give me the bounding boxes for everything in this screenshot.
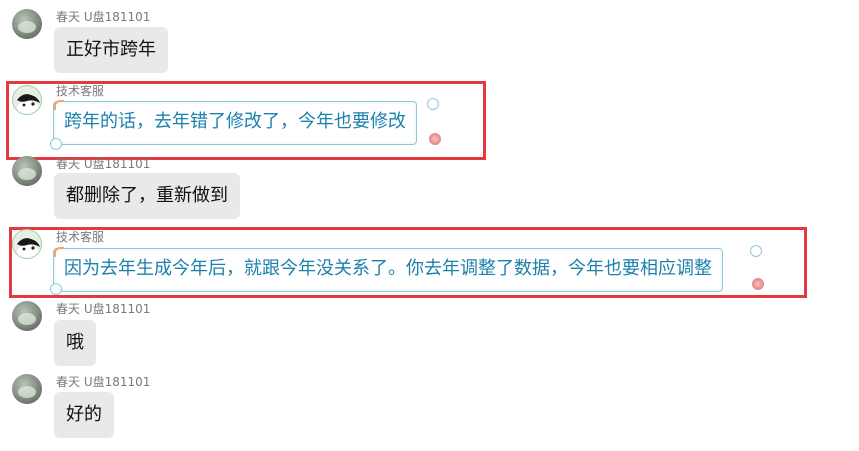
sender-name: 春天 U盘181101: [56, 157, 151, 171]
sender-name: 春天 U盘181101: [56, 375, 151, 389]
bubble-curl-decoration: [50, 283, 62, 295]
message-bubble[interactable]: 好的: [54, 392, 114, 438]
bubble-corner-decoration: [54, 100, 64, 110]
bubble-curl-decoration: [750, 245, 762, 257]
message-bubble[interactable]: 因为去年生成今年后，就跟今年没关系了。你去年调整了数据，今年也要相应调整: [53, 248, 723, 292]
message-bubble[interactable]: 正好市跨年: [54, 27, 168, 73]
message-bubble[interactable]: 都删除了，重新做到: [54, 173, 240, 219]
bubble-dot-decoration: [428, 132, 442, 146]
user-avatar[interactable]: [12, 374, 42, 404]
bubble-curl-decoration: [50, 138, 62, 150]
bubble-dot-decoration: [751, 277, 765, 291]
sender-name: 技术客服: [56, 230, 105, 244]
user-avatar[interactable]: [12, 156, 42, 186]
sender-name: 技术客服: [56, 84, 105, 98]
bubble-curl-decoration: [427, 98, 439, 110]
support-avatar[interactable]: [12, 229, 42, 259]
user-avatar[interactable]: [12, 301, 42, 331]
user-avatar[interactable]: [12, 9, 42, 39]
support-avatar[interactable]: [12, 85, 42, 115]
message-bubble[interactable]: 哦: [54, 320, 96, 366]
sender-name: 春天 U盘181101: [56, 10, 151, 24]
message-bubble[interactable]: 跨年的话，去年错了修改了，今年也要修改: [53, 101, 417, 145]
sender-name: 春天 U盘181101: [56, 302, 151, 316]
bubble-corner-decoration: [54, 247, 64, 257]
